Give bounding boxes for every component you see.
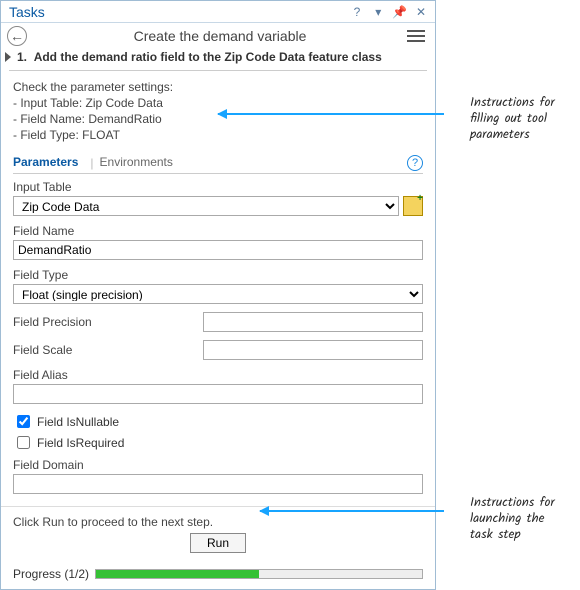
context-help-icon[interactable]: ?: [407, 155, 423, 171]
field-precision-label: Field Precision: [13, 315, 203, 329]
is-nullable-row: Field IsNullable: [13, 412, 423, 431]
pin-icon[interactable]: 📌: [392, 4, 408, 20]
field-scale-label: Field Scale: [13, 343, 203, 357]
tasks-panel: Tasks ? ▾ 📌 ✕ ← Create the demand variab…: [0, 0, 436, 590]
expand-icon[interactable]: [5, 52, 11, 62]
field-alias-label: Field Alias: [13, 368, 423, 382]
field-type-block: Field Type Float (single precision): [13, 268, 423, 304]
titlebar-icons: ? ▾ 📌 ✕: [347, 4, 429, 20]
instructions-heading: Check the parameter settings:: [13, 79, 423, 95]
footer-hint-text: Click Run to proceed to the next step.: [13, 515, 423, 529]
content: Check the parameter settings: - Input Ta…: [1, 79, 435, 494]
progress-fill: [96, 570, 259, 578]
is-nullable-checkbox[interactable]: [17, 415, 30, 428]
tabs: Parameters | Environments ?: [13, 153, 423, 174]
field-scale-row: Field Scale: [13, 340, 423, 360]
field-type-label: Field Type: [13, 268, 423, 282]
annotation-arrow-bottom: [260, 510, 444, 512]
tab-parameters[interactable]: Parameters: [13, 153, 84, 173]
field-domain-block: Field Domain: [13, 458, 423, 494]
field-name-block: Field Name: [13, 224, 423, 260]
field-precision-input[interactable]: [203, 312, 423, 332]
back-button[interactable]: ←: [7, 26, 27, 46]
is-required-checkbox[interactable]: [17, 436, 30, 449]
field-name-label: Field Name: [13, 224, 423, 238]
divider: [9, 70, 427, 71]
footer: Click Run to proceed to the next step. R…: [1, 506, 435, 567]
help-icon[interactable]: ?: [349, 4, 365, 20]
step-row: 1. Add the demand ratio field to the Zip…: [1, 48, 435, 70]
step-text: 1. Add the demand ratio field to the Zip…: [17, 50, 382, 64]
input-table-label: Input Table: [13, 180, 423, 194]
progress-bar: [95, 569, 423, 579]
field-alias-input[interactable]: [13, 384, 423, 404]
field-alias-block: Field Alias: [13, 368, 423, 404]
is-nullable-label: Field IsNullable: [37, 415, 119, 429]
run-button[interactable]: Run: [190, 533, 246, 553]
field-name-input[interactable]: [13, 240, 423, 260]
tab-environments[interactable]: Environments: [100, 153, 179, 173]
is-required-label: Field IsRequired: [37, 436, 124, 450]
tab-separator: |: [90, 156, 93, 170]
close-icon[interactable]: ✕: [413, 4, 429, 20]
field-scale-input[interactable]: [203, 340, 423, 360]
field-domain-label: Field Domain: [13, 458, 423, 472]
annotation-top: Instructions for filling out tool parame…: [470, 95, 570, 143]
add-layer-button[interactable]: [403, 196, 423, 216]
annotation-bottom: Instructions for launching the task step: [470, 495, 570, 543]
subheader: ← Create the demand variable: [1, 23, 435, 48]
progress: Progress (1/2): [1, 567, 435, 585]
progress-label: Progress (1/2): [13, 567, 89, 581]
input-table-select[interactable]: Zip Code Data: [13, 196, 399, 216]
field-type-select[interactable]: Float (single precision): [13, 284, 423, 304]
field-domain-input[interactable]: [13, 474, 423, 494]
field-precision-row: Field Precision: [13, 312, 423, 332]
titlebar: Tasks ? ▾ 📌 ✕: [1, 1, 435, 23]
instructions-line: - Field Type: FLOAT: [13, 127, 423, 143]
panel-title: Tasks: [9, 4, 347, 20]
task-title: Create the demand variable: [33, 28, 407, 44]
is-required-row: Field IsRequired: [13, 433, 423, 452]
annotation-arrow-top: [218, 113, 444, 115]
menu-icon[interactable]: [407, 28, 425, 44]
dropdown-icon[interactable]: ▾: [370, 4, 386, 20]
input-table-block: Input Table Zip Code Data: [13, 180, 423, 216]
